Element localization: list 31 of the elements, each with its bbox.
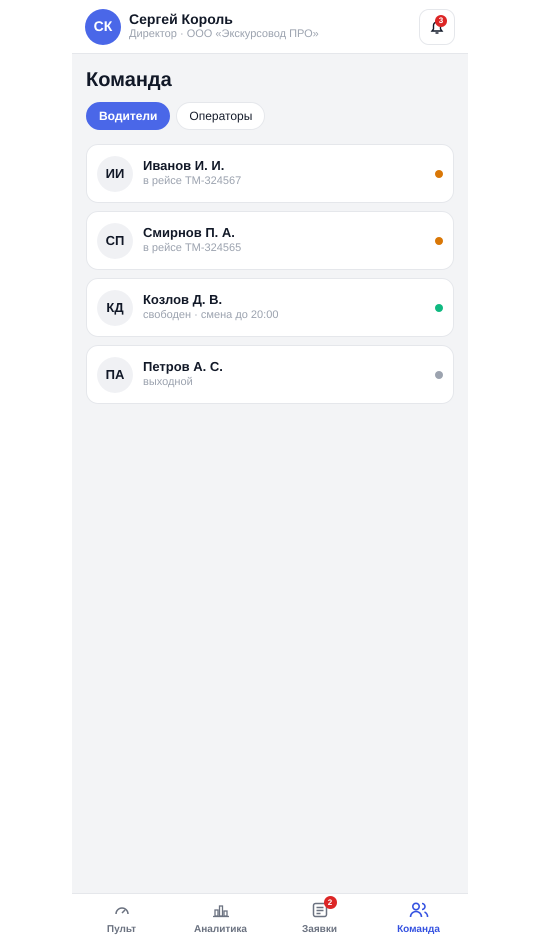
- member-status: выходной: [143, 376, 194, 390]
- nav-tab[interactable]: Команда: [369, 894, 468, 944]
- member-name: Козлов Д. В.: [143, 292, 224, 308]
- member-card[interactable]: СП Смирнов П. А. в рейсе ТМ-324565: [86, 211, 454, 270]
- user-avatar: СК: [85, 8, 121, 44]
- notifications-button[interactable]: 3: [419, 8, 455, 44]
- people-icon: [408, 901, 428, 919]
- member-card[interactable]: КД Козлов Д. В. свободен · смена до 20:00: [86, 278, 454, 337]
- filter-tab[interactable]: Водители: [86, 102, 170, 130]
- member-name: Смирнов П. А.: [143, 225, 236, 242]
- page-title: Команда: [86, 68, 173, 92]
- member-avatar: КД: [97, 290, 133, 326]
- nav-tab[interactable]: 2 Заявки: [270, 894, 369, 944]
- member-status: в рейсе ТМ-324565: [143, 242, 242, 256]
- member-name: Иванов И. И.: [143, 158, 226, 174]
- nav-tab[interactable]: Аналитика: [171, 894, 270, 944]
- user-name: Сергей Король: [129, 10, 234, 28]
- notification-count: 3: [435, 14, 447, 26]
- member-name: Петров А. С.: [143, 359, 224, 376]
- member-status: свободен · смена до 20:00: [143, 309, 280, 323]
- member-status: в рейсе ТМ-324567: [143, 175, 242, 189]
- member-avatar: ПА: [97, 356, 133, 392]
- nav-tab[interactable]: Пульт: [72, 894, 171, 944]
- user-role: Директор · ООО «Экскурсовод ПРО»: [129, 28, 320, 42]
- member-avatar: ИИ: [97, 156, 133, 192]
- document-icon: [310, 901, 328, 919]
- member-card[interactable]: ПА Петров А. С. выходной: [86, 345, 454, 404]
- member-avatar: СП: [97, 222, 133, 258]
- filter-tab[interactable]: Операторы: [176, 102, 266, 130]
- member-card[interactable]: ИИ Иванов И. И. в рейсе ТМ-324567: [86, 144, 454, 203]
- badge-count: 2: [324, 896, 336, 909]
